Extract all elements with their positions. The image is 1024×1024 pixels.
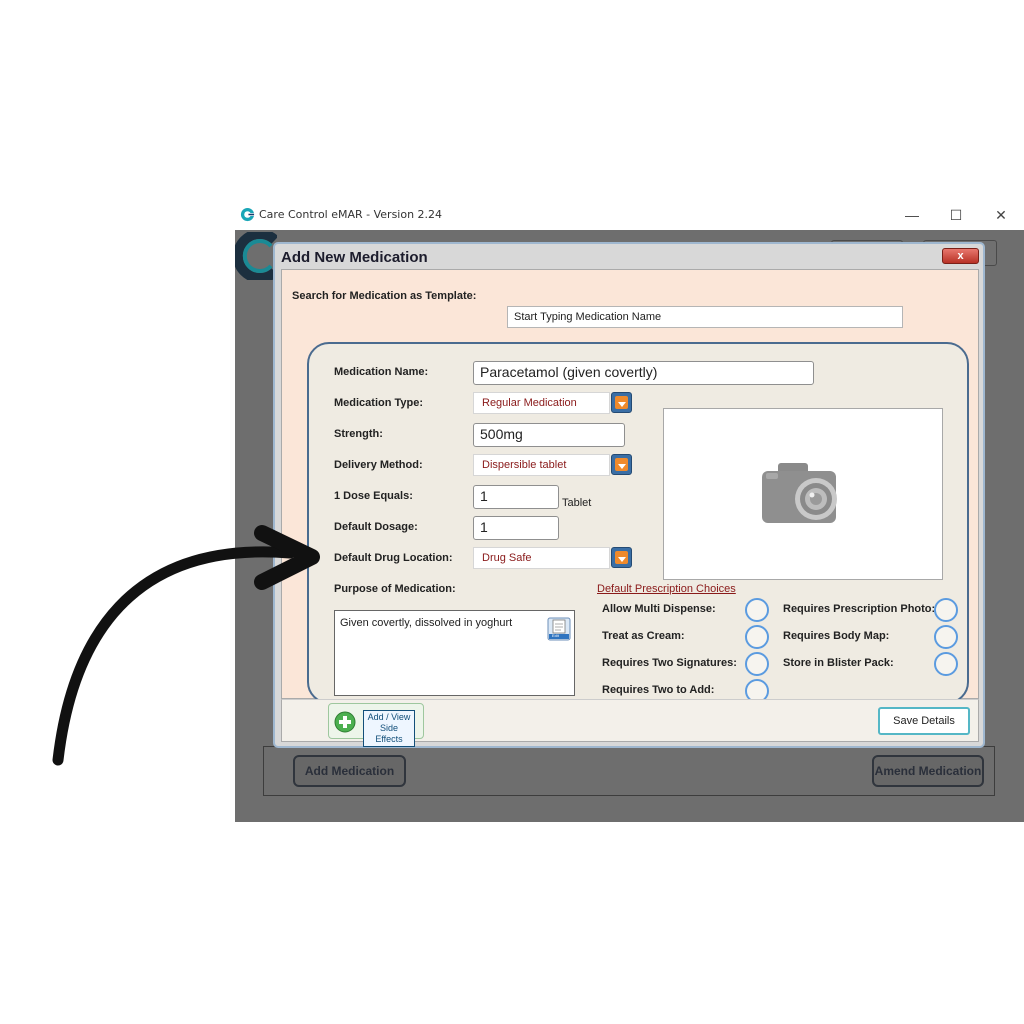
chevron-down-icon [618, 402, 626, 407]
purpose-textarea[interactable]: Given covertly, dissolved in yoghurt Edi… [334, 610, 575, 696]
chevron-down-icon [618, 464, 626, 469]
delivery-method-dropdown-button[interactable] [611, 454, 632, 475]
store-in-blister-pack-label: Store in Blister Pack: [783, 657, 894, 669]
treat-as-cream-label: Treat as Cream: [602, 630, 685, 642]
medication-type-label: Medication Type: [334, 397, 424, 409]
delivery-method-label: Delivery Method: [334, 459, 423, 471]
dose-equals-label: 1 Dose Equals: [334, 490, 413, 502]
chevron-down-icon [618, 557, 626, 562]
drug-location-select[interactable]: Drug Safe [473, 547, 610, 569]
drug-location-dropdown-button[interactable] [611, 547, 632, 568]
requires-body-map-label: Requires Body Map: [783, 630, 890, 642]
add-medication-button[interactable]: Add Medication [293, 755, 406, 787]
store-in-blister-pack-toggle[interactable] [934, 652, 958, 676]
delivery-method-select[interactable]: Dispersible tablet [473, 454, 610, 476]
minimize-button[interactable]: — [897, 205, 927, 225]
strength-input[interactable]: 500mg [473, 423, 625, 447]
title-bar: Care Control eMAR - Version 2.24 — ☐ ✕ [235, 200, 1024, 230]
dialog-body: Search for Medication as Template: Start… [281, 269, 979, 704]
medication-photo-box[interactable] [663, 408, 943, 580]
requires-body-map-toggle[interactable] [934, 625, 958, 649]
requires-prescription-photo-toggle[interactable] [934, 598, 958, 622]
amend-medication-button[interactable]: Amend Medication [872, 755, 984, 787]
strength-label: Strength: [334, 428, 383, 440]
treat-as-cream-toggle[interactable] [745, 625, 769, 649]
medication-name-label: Medication Name: [334, 366, 429, 378]
medication-type-select[interactable]: Regular Medication [473, 392, 610, 414]
side-effects-label: Add / View Side Effects [363, 710, 415, 747]
plus-icon [334, 711, 356, 733]
medication-name-input[interactable]: Paracetamol (given covertly) [473, 361, 814, 385]
default-dosage-input[interactable]: 1 [473, 516, 559, 540]
medication-details-panel: Medication Name: Medication Type: Streng… [307, 342, 969, 704]
requires-two-signatures-label: Requires Two Signatures: [602, 657, 737, 669]
dose-unit-label: Tablet [562, 497, 592, 509]
drug-location-label: Default Drug Location: [334, 552, 453, 564]
save-details-button[interactable]: Save Details [878, 707, 970, 735]
purpose-label: Purpose of Medication: [334, 583, 456, 595]
medication-type-dropdown-button[interactable] [611, 392, 632, 413]
allow-multi-dispense-label: Allow Multi Dispense: [602, 603, 716, 615]
care-control-logo-icon [240, 207, 255, 222]
maximize-button[interactable]: ☐ [941, 205, 971, 225]
search-label: Search for Medication as Template: [292, 290, 477, 302]
search-input[interactable]: Start Typing Medication Name [507, 306, 903, 328]
dialog-close-button[interactable]: x [942, 248, 979, 264]
close-window-button[interactable]: ✕ [986, 205, 1016, 225]
requires-prescription-photo-label: Requires Prescription Photo: [783, 603, 936, 615]
edit-icon[interactable]: Edit [546, 616, 572, 642]
dose-equals-input[interactable]: 1 [473, 485, 559, 509]
dialog-footer: Add / View Side Effects Save Details [281, 699, 979, 747]
background-logo-icon [235, 232, 277, 280]
requires-two-signatures-toggle[interactable] [745, 652, 769, 676]
default-dosage-label: Default Dosage: [334, 521, 418, 533]
dialog-title: Add New Medication [281, 249, 428, 266]
requires-two-to-add-label: Requires Two to Add: [602, 684, 715, 696]
edit-icon-label: Edit [552, 633, 559, 638]
window-title: Care Control eMAR - Version 2.24 [259, 208, 443, 221]
purpose-text-value: Given covertly, dissolved in yoghurt [340, 617, 513, 629]
allow-multi-dispense-toggle[interactable] [745, 598, 769, 622]
add-view-side-effects-button[interactable]: Add / View Side Effects [328, 703, 424, 747]
camera-icon [762, 463, 837, 523]
prescription-choices-heading: Default Prescription Choices [597, 583, 736, 595]
add-medication-dialog: Add New Medication x Search for Medicati… [273, 242, 985, 748]
